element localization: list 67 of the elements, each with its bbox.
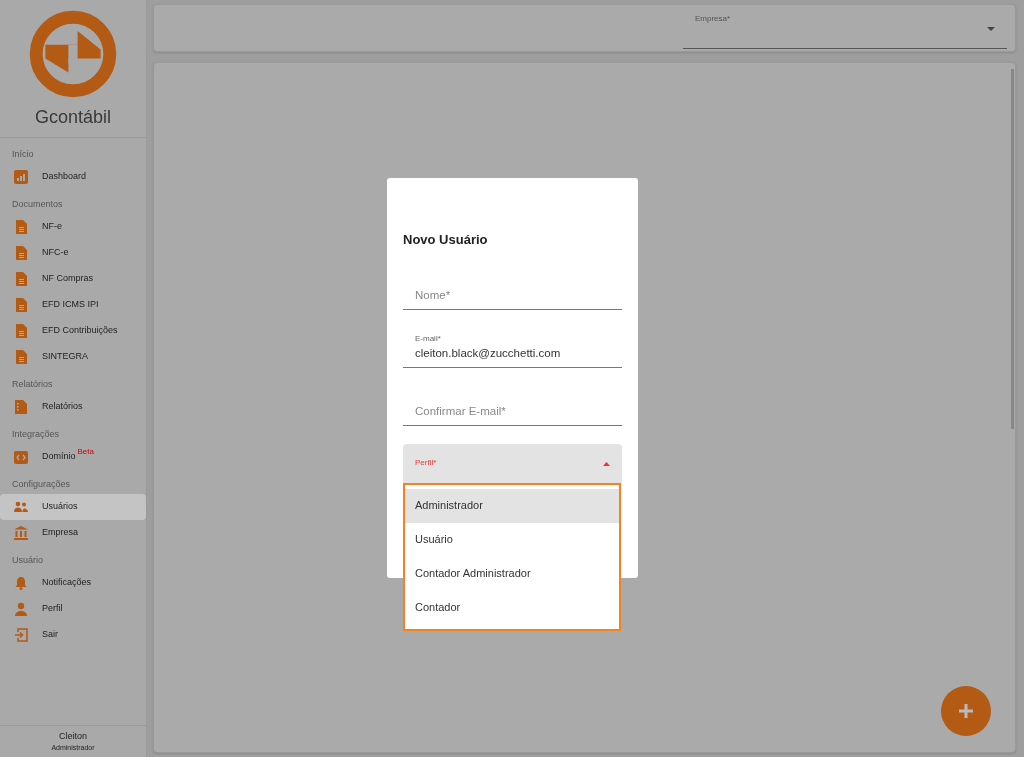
sidebar-item[interactable]: NF Compras bbox=[0, 266, 146, 292]
menu-option[interactable]: Administrador bbox=[405, 488, 619, 523]
input-field[interactable]: cleiton.black@zucchetti.com bbox=[403, 345, 622, 368]
sidebar-item[interactable]: Relatórios bbox=[0, 394, 146, 420]
report-icon bbox=[14, 400, 28, 414]
document-icon bbox=[14, 220, 28, 234]
menu-option[interactable]: Contador Administrador bbox=[405, 556, 619, 591]
section-title: Usuário bbox=[11, 554, 44, 568]
menu-option[interactable]: Contador bbox=[405, 590, 619, 625]
item-label: Empresa bbox=[42, 526, 78, 540]
code-icon bbox=[14, 450, 28, 464]
item-label: Relatórios bbox=[42, 400, 83, 414]
item-label: Usuários bbox=[42, 500, 78, 514]
item-label: NF Compras bbox=[42, 272, 93, 286]
beta-label: Beta bbox=[77, 446, 94, 458]
menu-option[interactable]: Usuário bbox=[405, 522, 619, 557]
section-title: Configurações bbox=[11, 478, 72, 492]
document-icon bbox=[14, 246, 28, 260]
sidebar-item[interactable]: Empresa bbox=[0, 520, 146, 546]
document-icon bbox=[14, 298, 28, 312]
item-label: EFD Contribuições bbox=[42, 324, 118, 338]
document-icon bbox=[14, 324, 28, 338]
sidebar-item[interactable]: NFC-e bbox=[0, 240, 146, 266]
item-label: Notificações bbox=[42, 576, 92, 590]
item-label: NF-e bbox=[42, 220, 62, 234]
item-label: EFD ICMS IPI bbox=[42, 298, 99, 312]
document-icon bbox=[14, 272, 28, 286]
dropdown-arrow-icon bbox=[603, 461, 610, 466]
person-icon bbox=[14, 602, 28, 616]
exit-icon bbox=[14, 628, 28, 642]
logo-icon bbox=[27, 8, 119, 100]
field-label: E-mail* bbox=[414, 333, 442, 346]
item-label: Dashboard bbox=[42, 170, 87, 184]
section-title: Documentos bbox=[11, 198, 64, 212]
section-title: Início bbox=[11, 148, 35, 162]
add-button[interactable] bbox=[941, 686, 991, 736]
item-label: Sair bbox=[42, 628, 58, 642]
input-field[interactable]: Confirmar E-mail* bbox=[403, 403, 622, 426]
sidebar-item[interactable]: Notificações bbox=[0, 570, 146, 596]
sidebar-item[interactable]: EFD Contribuições bbox=[0, 318, 146, 344]
dropdown-arrow-icon bbox=[987, 27, 995, 31]
item-label: Domínio bbox=[42, 450, 76, 464]
users-icon bbox=[14, 500, 28, 514]
sidebar-item[interactable]: SINTEGRA bbox=[0, 344, 146, 370]
sidebar-item[interactable]: NF-e bbox=[0, 214, 146, 240]
section-title: Integrações bbox=[11, 428, 61, 442]
chart-icon bbox=[14, 170, 28, 184]
sidebar-item[interactable]: Usuários bbox=[0, 494, 146, 520]
sidebar-item[interactable]: Domínio Beta bbox=[0, 444, 146, 470]
item-label: NFC-e bbox=[42, 246, 69, 260]
sidebar-item[interactable]: Perfil bbox=[0, 596, 146, 622]
dialog-title: Novo Usuário bbox=[403, 231, 489, 249]
plus-icon bbox=[958, 703, 974, 719]
item-label: Perfil bbox=[42, 602, 63, 616]
field-label: Perfil* bbox=[415, 457, 437, 467]
input-field[interactable]: Nome* bbox=[403, 287, 622, 310]
document-icon bbox=[14, 350, 28, 364]
section-title: Relatórios bbox=[11, 378, 54, 392]
sidebar-item[interactable]: Sair bbox=[0, 622, 146, 648]
bank-icon bbox=[14, 526, 28, 540]
app-name: Gcontábil bbox=[34, 106, 111, 129]
bell-icon bbox=[14, 576, 28, 590]
sidebar-item[interactable]: EFD ICMS IPI bbox=[0, 292, 146, 318]
sidebar-item[interactable]: Dashboard bbox=[0, 164, 146, 190]
item-label: SINTEGRA bbox=[42, 350, 88, 364]
user-name: Cleiton bbox=[59, 729, 87, 743]
field-label: Empresa* bbox=[695, 13, 732, 25]
